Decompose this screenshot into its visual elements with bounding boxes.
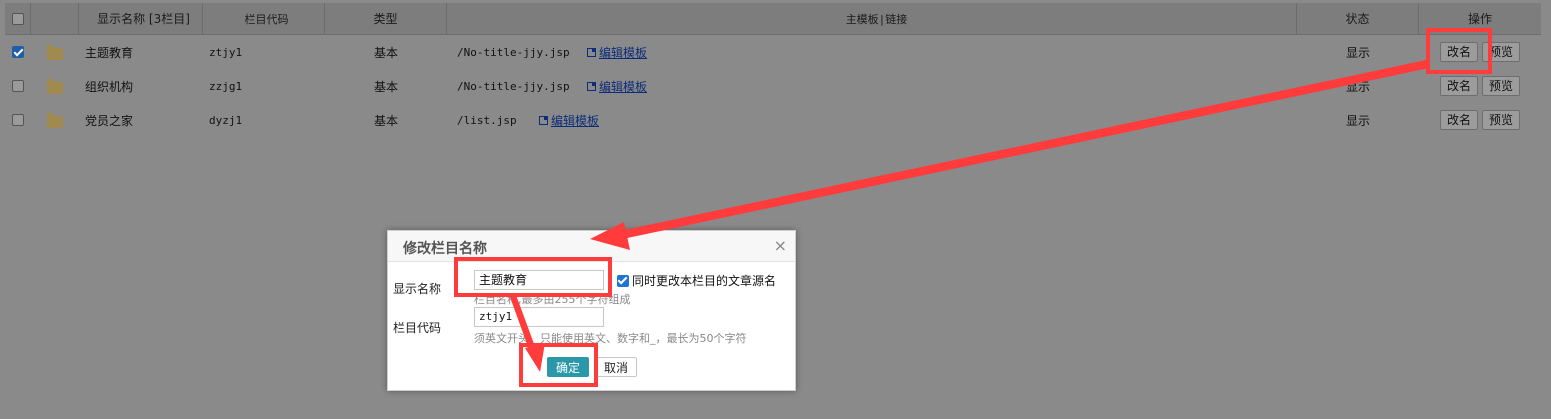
arrow-shaft <box>510 295 537 355</box>
arrow-shaft <box>615 60 1429 240</box>
arrow-head <box>525 343 545 372</box>
annotation-arrows <box>510 60 1429 372</box>
arrow-head <box>590 222 630 250</box>
